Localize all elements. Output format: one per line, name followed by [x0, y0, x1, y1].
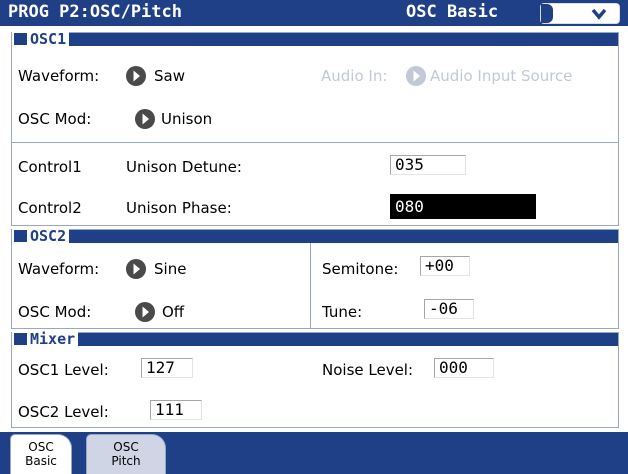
- popup-arrow-icon: [406, 66, 426, 86]
- osc2-level-field[interactable]: 111: [150, 400, 202, 420]
- control1-label: Control1: [18, 158, 82, 176]
- osc1-osc-mod-value[interactable]: Unison: [161, 110, 212, 128]
- osc1-osc-mod-label: OSC Mod:: [18, 110, 92, 128]
- mixer-panel: Mixer OSC1 Level: 127 Noise Level: 000 O…: [11, 331, 619, 428]
- popup-arrow-icon[interactable]: [126, 66, 146, 86]
- semitone-label: Semitone:: [322, 260, 399, 278]
- tab-label: OSC: [28, 440, 54, 454]
- control2-param: Unison Phase:: [126, 199, 232, 217]
- tab-label: OSC: [113, 440, 139, 454]
- tab-label: Pitch: [111, 454, 141, 468]
- tune-field[interactable]: -06: [424, 299, 474, 319]
- tune-label: Tune:: [322, 303, 363, 321]
- semitone-field[interactable]: +00: [420, 256, 470, 276]
- osc2-osc-mod-label: OSC Mod:: [18, 303, 92, 321]
- osc2-header: OSC2: [12, 228, 70, 244]
- control1-param: Unison Detune:: [126, 158, 242, 176]
- chevron-down-icon: [591, 8, 607, 20]
- tab-osc-basic[interactable]: OSC Basic: [10, 434, 72, 474]
- control2-label: Control2: [18, 199, 82, 217]
- tab-label: Basic: [25, 454, 57, 468]
- page-menu-button[interactable]: [540, 3, 620, 24]
- popup-arrow-icon[interactable]: [126, 259, 146, 279]
- page-menu-slot: [541, 4, 553, 23]
- osc2-waveform-value[interactable]: Sine: [154, 260, 186, 278]
- page-title: OSC Basic: [406, 2, 499, 22]
- osc1-header-bar: OSC1: [12, 31, 618, 47]
- osc1-waveform-label: Waveform:: [18, 67, 100, 85]
- popup-arrow-icon[interactable]: [135, 109, 155, 129]
- title-bar: PROG P2:OSC/Pitch OSC Basic: [0, 0, 628, 26]
- osc2-header-bar: OSC2: [12, 228, 618, 244]
- unison-detune-field[interactable]: 035: [390, 155, 466, 175]
- noise-level-field[interactable]: 000: [434, 358, 494, 378]
- mixer-header: Mixer: [12, 331, 79, 347]
- program-title: PROG P2:OSC/Pitch: [8, 2, 182, 22]
- mixer-header-bar: Mixer: [12, 331, 618, 347]
- osc1-level-field[interactable]: 127: [141, 358, 193, 378]
- tab-osc-pitch[interactable]: OSC Pitch: [86, 434, 166, 474]
- popup-arrow-icon[interactable]: [135, 302, 155, 322]
- osc1-panel: OSC1 Waveform: Saw Audio In: Audio Input…: [11, 31, 619, 226]
- osc2-waveform-label: Waveform:: [18, 260, 100, 278]
- noise-level-label: Noise Level:: [322, 361, 414, 379]
- divider: [310, 243, 311, 328]
- osc1-header: OSC1: [12, 31, 70, 47]
- osc1-level-label: OSC1 Level:: [18, 361, 109, 379]
- osc2-level-label: OSC2 Level:: [18, 403, 109, 421]
- osc1-waveform-value[interactable]: Saw: [154, 67, 185, 85]
- osc2-panel: OSC2 Waveform: Sine Semitone: +00 OSC Mo…: [11, 228, 619, 329]
- audio-in-label: Audio In:: [321, 67, 388, 85]
- unison-phase-field[interactable]: 080: [390, 194, 536, 219]
- osc2-osc-mod-value[interactable]: Off: [162, 303, 184, 321]
- divider: [12, 142, 618, 143]
- audio-in-value: Audio Input Source: [430, 67, 573, 85]
